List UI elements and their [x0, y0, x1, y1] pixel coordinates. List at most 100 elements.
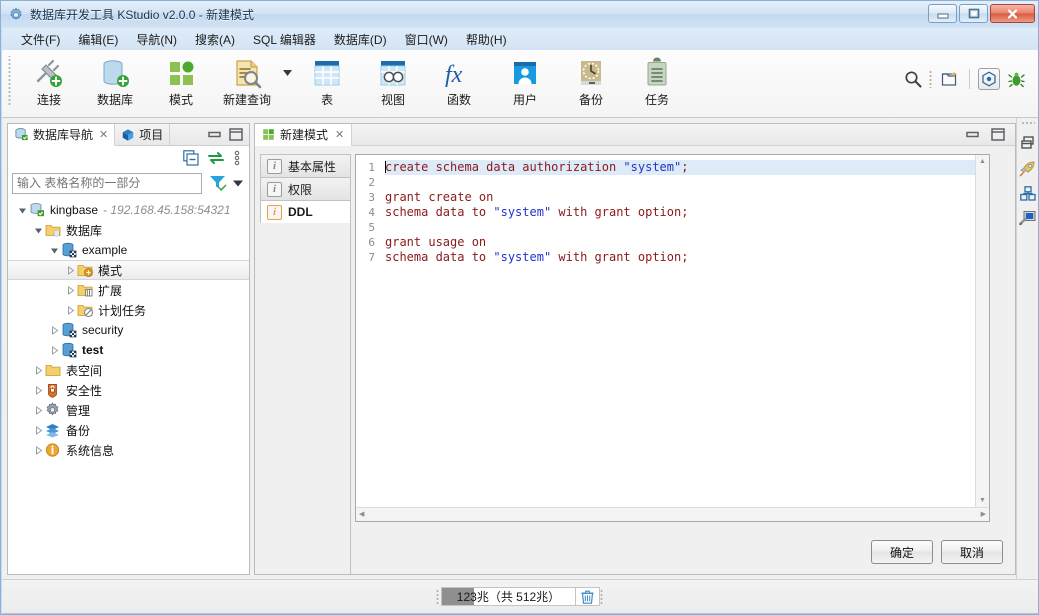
maximize-panel-icon[interactable]: [991, 128, 1005, 141]
expand-arrow-closed-icon[interactable]: [64, 265, 77, 275]
database-tree[interactable]: kingbase - 192.168.45.158:54321 数据库 examp…: [8, 196, 249, 574]
expand-arrow-closed-icon[interactable]: [64, 285, 77, 295]
expand-arrow-closed-icon[interactable]: [32, 405, 45, 415]
close-button[interactable]: [990, 4, 1035, 23]
toolbar-new-function[interactable]: fx 函数: [426, 53, 492, 113]
code-line[interactable]: [385, 220, 975, 235]
tab-project[interactable]: 项目: [115, 124, 171, 145]
code-line[interactable]: grant usage on: [385, 235, 975, 250]
view-menu-icon[interactable]: [233, 150, 241, 166]
collapse-all-icon[interactable]: [183, 150, 199, 166]
maximize-button[interactable]: [959, 4, 988, 23]
scroll-down-icon[interactable]: ▼: [979, 497, 986, 504]
minimize-button[interactable]: [928, 4, 957, 23]
tree-item[interactable]: test: [8, 340, 249, 360]
tab-new-schema[interactable]: 新建模式 ✕: [255, 124, 353, 146]
expand-arrow-closed-icon[interactable]: [48, 345, 61, 355]
expand-arrow-closed-icon[interactable]: [48, 325, 61, 335]
ddl-code-editor[interactable]: 1 2 3 4 5 6 7 create schema data authorization…: [355, 154, 990, 522]
ok-button[interactable]: 确定: [871, 540, 933, 564]
maximize-panel-icon[interactable]: [229, 128, 243, 141]
project-explorer-button[interactable]: [1019, 184, 1037, 202]
close-icon[interactable]: ✕: [99, 128, 108, 141]
code-line[interactable]: [385, 175, 975, 190]
code-line[interactable]: grant create on: [385, 190, 975, 205]
tree-item[interactable]: security: [8, 320, 249, 340]
toolbar-new-connection[interactable]: 连接: [16, 53, 82, 113]
search-input[interactable]: [12, 172, 202, 194]
minimize-panel-icon[interactable]: [208, 129, 221, 140]
toolbar-new-table[interactable]: 表: [294, 53, 360, 113]
perspective-button[interactable]: [978, 68, 1000, 90]
tab-ddl[interactable]: i DDL: [260, 200, 351, 223]
scroll-right-icon[interactable]: ▶: [981, 511, 986, 518]
menu-file[interactable]: 文件(F): [12, 29, 69, 50]
tab-permissions[interactable]: i 权限: [260, 177, 351, 200]
menu-sql-editor[interactable]: SQL 编辑器: [244, 29, 325, 50]
rocket-button[interactable]: [1019, 159, 1037, 177]
expand-arrow-open-icon[interactable]: [16, 206, 29, 215]
toolbar-new-user[interactable]: 用户: [492, 53, 558, 113]
menu-edit[interactable]: 编辑(E): [69, 29, 127, 50]
editor-vertical-scrollbar[interactable]: ▲ ▼: [975, 155, 989, 507]
expand-arrow-closed-icon[interactable]: [32, 365, 45, 375]
toolbar-task[interactable]: 任务: [624, 53, 690, 113]
menu-navigate[interactable]: 导航(N): [127, 29, 186, 50]
tree-item[interactable]: kingbase - 192.168.45.158:54321: [8, 200, 249, 220]
chevron-down-icon[interactable]: [233, 180, 243, 187]
tree-item[interactable]: 扩展: [8, 280, 249, 300]
menu-database[interactable]: 数据库(D): [325, 29, 396, 50]
menu-window[interactable]: 窗口(W): [396, 29, 457, 50]
menu-search[interactable]: 搜索(A): [186, 29, 244, 50]
editor-horizontal-scrollbar[interactable]: ◀ ▶: [356, 507, 989, 521]
toolbar-grip[interactable]: [7, 56, 13, 106]
toolbar-new-schema[interactable]: 模式: [148, 53, 214, 113]
tab-database-navigator[interactable]: 数据库导航 ✕: [8, 124, 116, 146]
remote-monitor-button[interactable]: [1019, 209, 1037, 227]
restore-panel-button[interactable]: [1019, 134, 1037, 152]
tab-basic-properties[interactable]: i 基本属性: [260, 154, 351, 177]
expand-arrow-closed-icon[interactable]: [32, 445, 45, 455]
tree-item[interactable]: 系统信息: [8, 440, 249, 460]
heap-progress-bar[interactable]: 123兆（共 512兆）: [441, 587, 576, 606]
minimize-panel-icon[interactable]: [966, 129, 979, 140]
tree-item[interactable]: 表空间: [8, 360, 249, 380]
tree-item[interactable]: 计划任务: [8, 300, 249, 320]
tree-item[interactable]: 备份: [8, 420, 249, 440]
code-line[interactable]: schema data to "system" with grant optio…: [385, 250, 975, 265]
tree-item[interactable]: 安全性: [8, 380, 249, 400]
sql-code-text[interactable]: create schema data authorization "system…: [381, 155, 975, 507]
cancel-button[interactable]: 取消: [941, 540, 1003, 564]
search-button[interactable]: [902, 68, 924, 90]
toolbar-backup[interactable]: 备份: [558, 53, 624, 113]
tree-item[interactable]: 模式: [8, 260, 249, 280]
toolbar-right-grip[interactable]: [929, 70, 934, 88]
heap-grip-right[interactable]: [600, 588, 605, 605]
toolbar-new-query[interactable]: 新建查询: [214, 53, 280, 113]
link-editor-icon[interactable]: [207, 151, 225, 165]
new-project-button[interactable]: [939, 68, 961, 90]
tree-item[interactable]: example: [8, 240, 249, 260]
toolbar-new-view[interactable]: 视图: [360, 53, 426, 113]
code-line[interactable]: create schema data authorization "system…: [385, 160, 975, 175]
scroll-up-icon[interactable]: ▲: [979, 158, 986, 165]
expand-arrow-open-icon[interactable]: [48, 246, 61, 255]
expand-arrow-closed-icon[interactable]: [64, 305, 77, 315]
expand-arrow-closed-icon[interactable]: [32, 425, 45, 435]
code-line[interactable]: schema data to "system" with grant optio…: [385, 205, 975, 220]
filter-icon[interactable]: [208, 174, 227, 192]
toolbar-new-database[interactable]: 数据库: [82, 53, 148, 113]
sql-string: "system": [493, 250, 552, 264]
new-query-icon: [236, 60, 262, 89]
expand-arrow-closed-icon[interactable]: [32, 385, 45, 395]
expand-arrow-open-icon[interactable]: [32, 226, 45, 235]
tree-item[interactable]: 数据库: [8, 220, 249, 240]
gc-button[interactable]: [576, 587, 600, 606]
menu-help[interactable]: 帮助(H): [457, 29, 516, 50]
scroll-left-icon[interactable]: ◀: [359, 511, 364, 518]
debug-button[interactable]: [1005, 68, 1027, 90]
strip-grip[interactable]: [1020, 121, 1035, 125]
tree-item[interactable]: 管理: [8, 400, 249, 420]
new-query-dropdown[interactable]: [280, 50, 294, 108]
close-icon[interactable]: ✕: [335, 128, 344, 141]
